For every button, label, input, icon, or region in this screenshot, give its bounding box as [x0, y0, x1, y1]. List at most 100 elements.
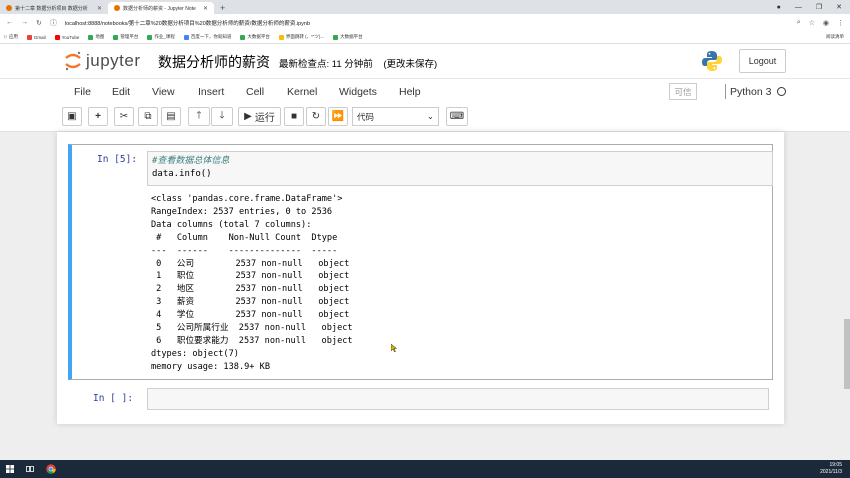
menu-help[interactable]: Help: [399, 86, 421, 98]
notebook-header: jupyter 数据分析师的薪资 最新检查点: 11 分钟前 (更改未保存) L…: [0, 44, 850, 78]
code-input-empty[interactable]: [147, 388, 769, 410]
python-logo-icon: [702, 51, 722, 71]
menu-file[interactable]: File: [74, 86, 91, 98]
chrome-icon[interactable]: [46, 464, 56, 474]
cut-button[interactable]: ✂: [114, 107, 134, 126]
save-icon: ▣: [67, 111, 77, 122]
bookmark-icon: [240, 34, 246, 40]
paste-button[interactable]: ▤: [161, 107, 181, 126]
bookmark-item[interactable]: ⁝⁝ 应用: [4, 34, 18, 40]
bookmark-item[interactable]: 大数据平台: [240, 34, 270, 40]
menu-cell[interactable]: Cell: [246, 86, 264, 98]
interrupt-button[interactable]: ■: [284, 107, 304, 126]
code-cell-empty[interactable]: In [ ]:: [68, 385, 773, 416]
notebook-title[interactable]: 数据分析师的薪资: [158, 52, 270, 72]
forward-icon[interactable]: →: [21, 19, 28, 26]
bookmark-item[interactable]: 界面跳转 (、*”ツ)...: [278, 34, 324, 40]
plus-icon: +: [95, 111, 101, 122]
jupyter-logo[interactable]: jupyter: [64, 50, 141, 72]
browser-tab-active[interactable]: 数据分析师的薪资 - Jupyter Note ✕: [108, 2, 214, 14]
folder-icon: [278, 34, 284, 40]
restart-run-all-button[interactable]: ⏩: [328, 107, 348, 126]
run-button[interactable]: ▶ 运行: [238, 107, 281, 126]
menu-insert[interactable]: Insert: [198, 86, 224, 98]
logo-text: jupyter: [86, 51, 141, 70]
jupyter-favicon-icon: [114, 5, 120, 11]
system-clock[interactable]: 19:05 2021/11/3: [820, 462, 842, 476]
tab-title: 第十二章 数据分析项目 数据分析: [15, 5, 88, 12]
zoom-icon[interactable]: ⌕: [797, 19, 801, 27]
bookmark-star-icon[interactable]: ☆: [809, 19, 815, 27]
trusted-indicator[interactable]: 可信: [669, 83, 697, 100]
move-up-button[interactable]: 🡑: [188, 107, 210, 126]
back-icon[interactable]: ←: [6, 19, 13, 26]
play-icon: ▶: [244, 111, 252, 122]
menu-dots-icon[interactable]: ⋮: [837, 19, 844, 27]
apps-grid-icon: ⁝⁝: [4, 34, 7, 39]
reading-list[interactable]: 阅读清单: [826, 34, 844, 40]
menu-bar: File Edit View Insert Cell Kernel Widget…: [0, 78, 850, 104]
bookmark-icon: [113, 34, 119, 40]
profile-icon[interactable]: ●: [777, 4, 781, 11]
account-icon[interactable]: ◉: [823, 19, 829, 27]
tab-title: 数据分析师的薪资 - Jupyter Note: [123, 5, 196, 12]
mouse-cursor-icon: [391, 344, 397, 352]
new-tab-button[interactable]: +: [214, 2, 231, 14]
restart-button[interactable]: ↻: [306, 107, 326, 126]
stop-icon: ■: [290, 111, 298, 122]
arrow-down-icon: 🡓: [219, 110, 225, 121]
bookmark-item[interactable]: 地图: [88, 34, 104, 40]
close-tab-icon[interactable]: ✕: [97, 5, 102, 12]
close-window-icon[interactable]: ✕: [836, 3, 842, 11]
menu-edit[interactable]: Edit: [112, 86, 130, 98]
menu-kernel[interactable]: Kernel: [287, 86, 317, 98]
bookmark-item[interactable]: 大数据平台: [333, 34, 363, 40]
logout-button[interactable]: Logout: [739, 49, 786, 73]
move-down-button[interactable]: 🡓: [211, 107, 233, 126]
site-info-icon[interactable]: ⓘ: [50, 18, 57, 28]
bookmark-item[interactable]: 管理平台: [113, 34, 138, 40]
menu-view[interactable]: View: [152, 86, 175, 98]
menu-widgets[interactable]: Widgets: [339, 86, 377, 98]
browser-tab[interactable]: 第十二章 数据分析项目 数据分析 ✕: [0, 2, 108, 14]
jupyter-favicon-icon: [6, 5, 12, 11]
cell-type-select[interactable]: 代码 ⌄: [352, 107, 439, 126]
bookmarks-bar: ⁝⁝ 应用 Gmail YouTube 地图 管理平台 作业_课程 百度一下，你就…: [0, 31, 850, 44]
maps-icon: [88, 34, 94, 40]
clock-date: 2021/11/3: [820, 469, 842, 475]
task-view-icon[interactable]: [26, 465, 34, 473]
minimize-icon[interactable]: —: [795, 4, 802, 11]
fast-forward-icon: ⏩: [331, 111, 345, 122]
bookmark-icon: [333, 34, 339, 40]
url-field[interactable]: localhost:8888/notebooks/第十二章%20数据分析项目%2…: [65, 19, 789, 27]
cell-type-value: 代码: [357, 111, 375, 122]
bookmark-icon: [147, 34, 153, 40]
bookmark-item[interactable]: Gmail: [26, 34, 46, 40]
notebook-container: In [5]: #查看数据总体信息 data.info() <class 'pa…: [57, 132, 784, 424]
reload-icon[interactable]: ↻: [36, 19, 42, 27]
baidu-icon: [183, 34, 189, 40]
browser-tab-strip: 第十二章 数据分析项目 数据分析 ✕ 数据分析师的薪资 - Jupyter No…: [0, 0, 850, 14]
arrow-up-icon: 🡑: [196, 110, 202, 121]
code-input[interactable]: #查看数据总体信息 data.info(): [147, 151, 773, 186]
unsaved-status: (更改未保存): [383, 59, 438, 70]
youtube-icon: [54, 34, 60, 40]
scrollbar-thumb[interactable]: [844, 319, 850, 389]
insert-cell-button[interactable]: +: [88, 107, 108, 126]
run-label: 运行: [254, 113, 275, 124]
close-tab-icon[interactable]: ✕: [203, 5, 208, 12]
code-cell-selected[interactable]: In [5]: #查看数据总体信息 data.info() <class 'pa…: [68, 144, 773, 380]
kernel-indicator: Python 3: [725, 84, 787, 99]
copy-button[interactable]: ⧉: [138, 107, 158, 126]
input-prompt: In [5]:: [97, 154, 138, 165]
command-palette-button[interactable]: ⌨: [446, 107, 468, 126]
bookmark-item[interactable]: 作业_课程: [147, 34, 175, 40]
bookmark-item[interactable]: YouTube: [54, 34, 79, 40]
windows-start-icon[interactable]: [6, 465, 14, 473]
gmail-icon: [26, 34, 32, 40]
copy-icon: ⧉: [144, 111, 152, 122]
bookmark-item[interactable]: 百度一下，你就知道: [183, 34, 231, 40]
maximize-icon[interactable]: ❐: [816, 3, 822, 11]
save-button[interactable]: ▣: [62, 107, 82, 126]
notebook-toolbar: ▣ + ✂ ⧉ ▤ 🡑 🡓 ▶ 运行 ■ ↻ ⏩ 代码 ⌄ ⌨: [0, 104, 850, 132]
